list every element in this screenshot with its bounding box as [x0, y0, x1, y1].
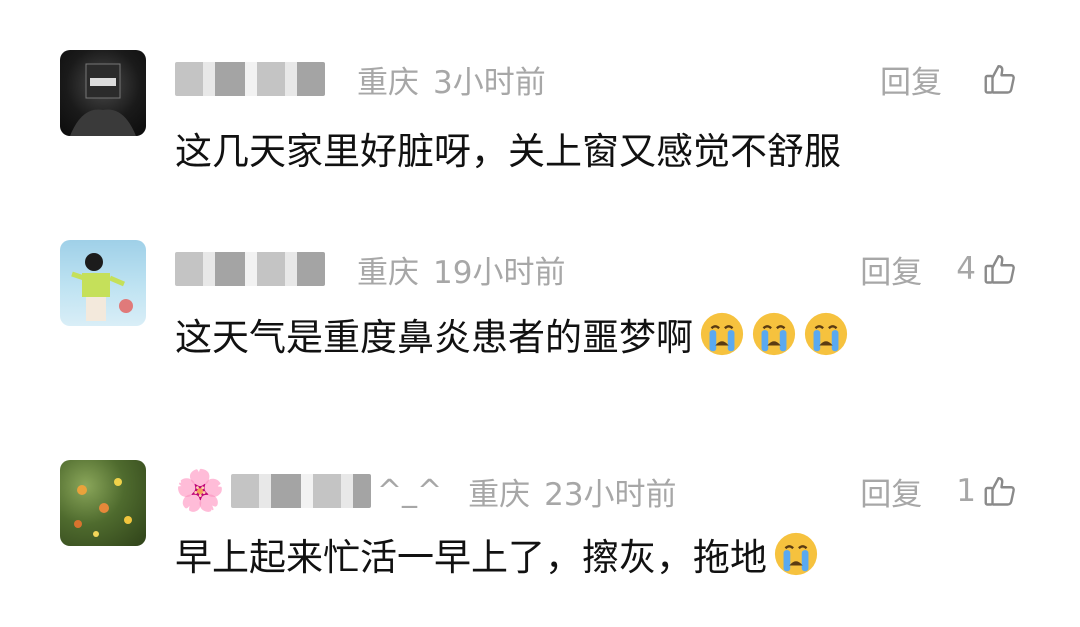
comment-text-body: 这天气是重度鼻炎患者的噩梦啊	[175, 316, 693, 359]
location: 重庆	[468, 476, 531, 513]
nickname-suffix[interactable]: ^_^	[377, 474, 442, 509]
location: 重庆	[357, 254, 419, 291]
comment-actions: 回复 4	[860, 244, 1018, 294]
comment-actions: 回复 1	[860, 466, 1018, 516]
crying-face-emoji	[804, 312, 848, 356]
nickname-blurred[interactable]	[175, 62, 325, 96]
comment-text-body: 这几天家里好脏呀，关上窗又感觉不舒服	[175, 130, 841, 173]
cherry-blossom-icon: 🌸	[175, 468, 225, 514]
nickname-blurred[interactable]	[175, 252, 325, 286]
comment-actions: 回复	[880, 54, 1018, 104]
avatar[interactable]	[60, 240, 146, 326]
timestamp: 3小时前	[433, 64, 546, 101]
timestamp: 23小时前	[544, 476, 677, 513]
comment-text: 早上起来忙活一早上了，擦灰，拖地	[175, 528, 819, 580]
timestamp: 19小时前	[433, 254, 566, 291]
avatar[interactable]	[60, 460, 146, 546]
reply-button[interactable]: 回复	[880, 57, 942, 102]
crying-face-emoji	[752, 312, 796, 356]
crying-face-emoji	[700, 312, 744, 356]
location: 重庆	[357, 64, 419, 101]
comment-meta: 重庆 19小时前	[175, 244, 565, 294]
like-count: 4	[956, 251, 976, 287]
comment-text-body: 早上起来忙活一早上了，擦灰，拖地	[175, 536, 767, 579]
comment-text: 这天气是重度鼻炎患者的噩梦啊	[175, 308, 849, 360]
thumbs-up-icon[interactable]	[982, 61, 1018, 97]
thumbs-up-icon[interactable]	[982, 251, 1018, 287]
avatar[interactable]	[60, 50, 146, 136]
crying-face-emoji	[774, 532, 818, 576]
reply-button[interactable]: 回复	[860, 247, 922, 292]
thumbs-up-icon[interactable]	[982, 473, 1018, 509]
like-count: 1	[956, 473, 976, 509]
reply-button[interactable]: 回复	[860, 469, 922, 514]
nickname-blurred[interactable]	[230, 474, 371, 508]
comment-text: 这几天家里好脏呀，关上窗又感觉不舒服	[175, 122, 841, 174]
comment-meta: 🌸 ^_^ 重庆 23小时前	[175, 466, 677, 516]
comment-meta: 重庆 3小时前	[175, 54, 546, 104]
